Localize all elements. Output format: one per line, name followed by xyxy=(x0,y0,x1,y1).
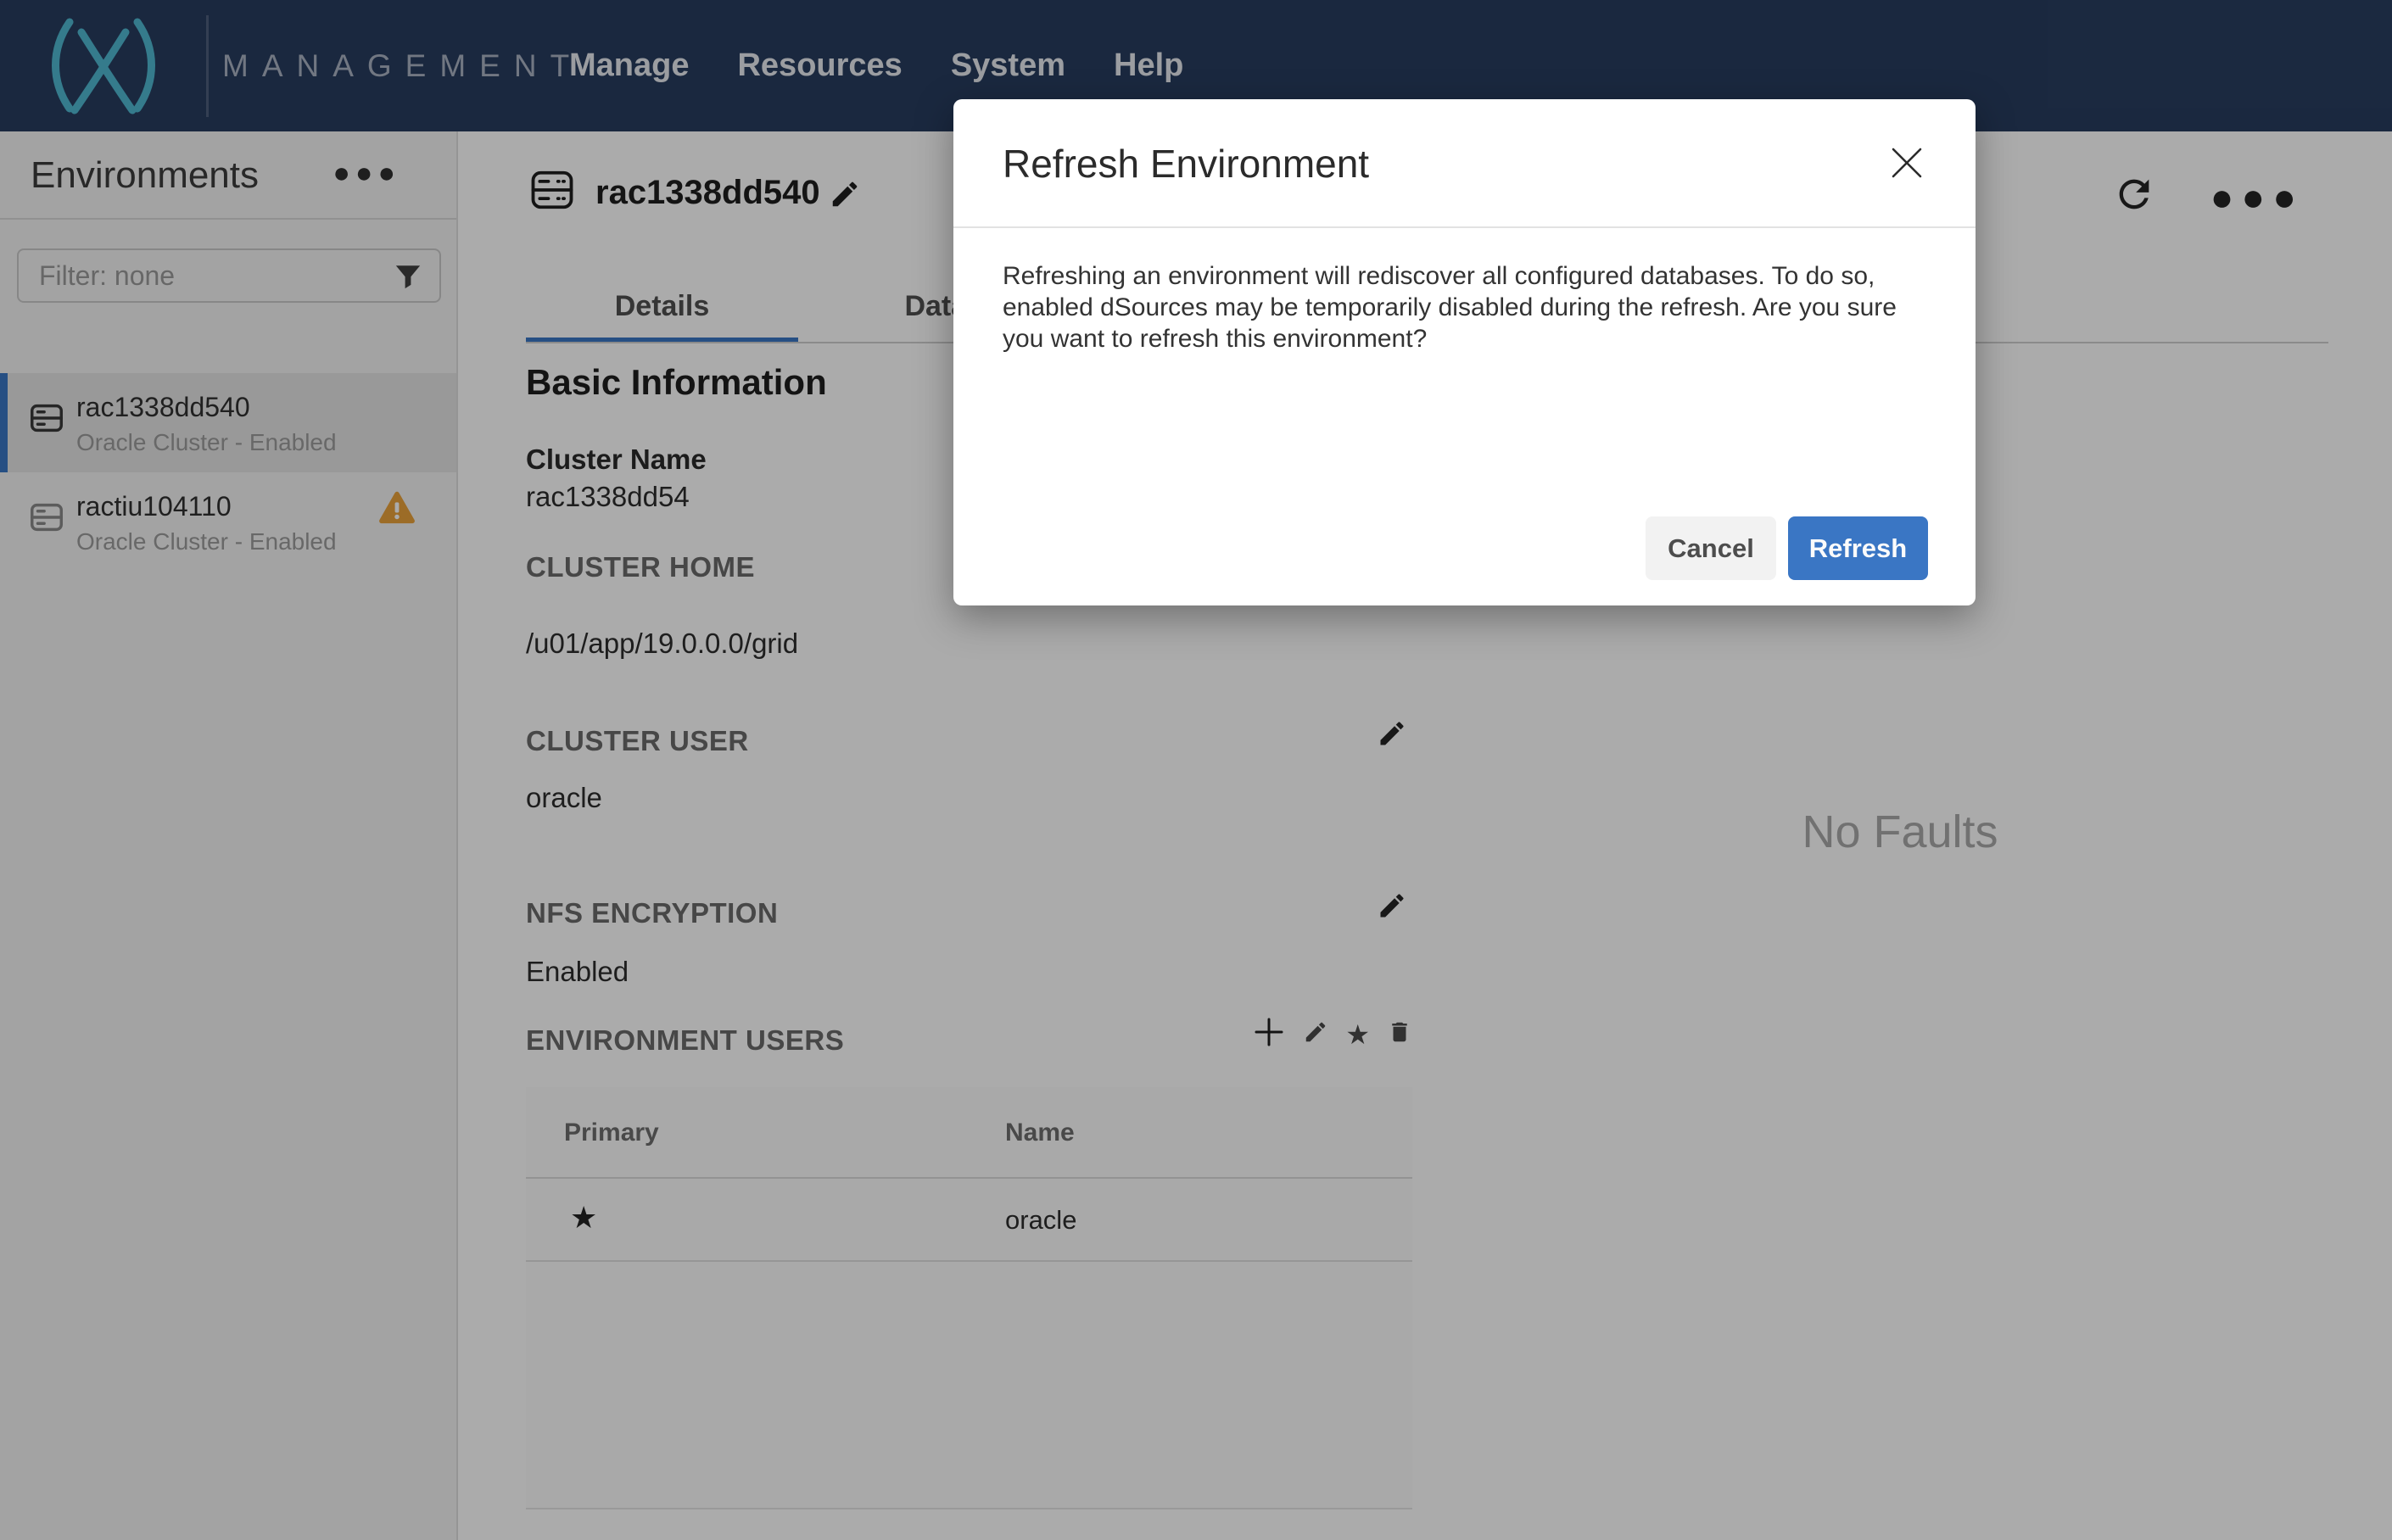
refresh-button[interactable]: Refresh xyxy=(1788,516,1928,580)
dialog-message: Refreshing an environment will rediscove… xyxy=(1003,262,1897,353)
dialog-footer: Cancel Refresh xyxy=(1646,516,1928,580)
cancel-button[interactable]: Cancel xyxy=(1646,516,1776,580)
dialog-title: Refresh Environment xyxy=(1003,142,1370,186)
close-icon[interactable] xyxy=(1887,143,1926,187)
refresh-environment-dialog: Refresh Environment Refreshing an enviro… xyxy=(953,99,1976,605)
app-window: MANAGEMENT Manage Resources System Help … xyxy=(0,0,2392,1540)
dialog-header: Refresh Environment xyxy=(953,99,1976,228)
